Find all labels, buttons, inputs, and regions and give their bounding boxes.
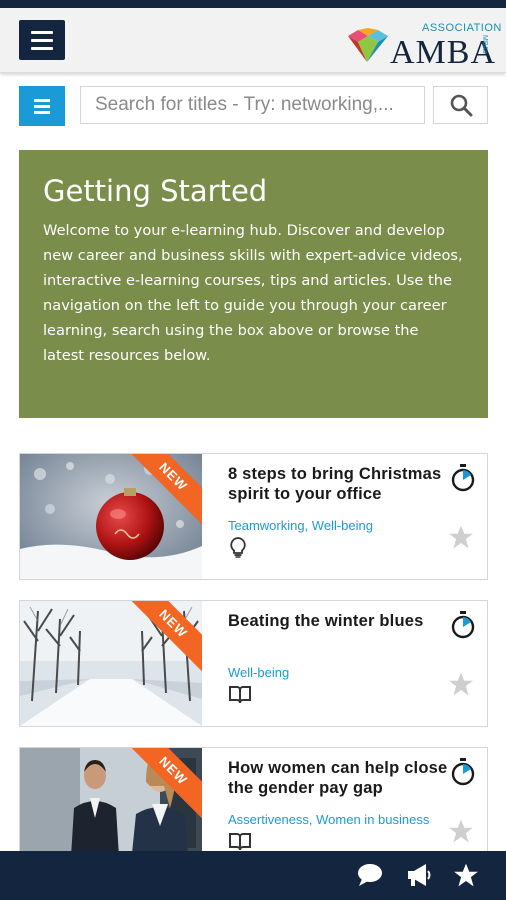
getting-started-body: Welcome to your e-learning hub. Discover…	[43, 222, 463, 364]
search-button[interactable]	[433, 86, 488, 124]
card-thumbnail: NEW	[20, 454, 202, 579]
search-row	[0, 86, 506, 126]
bottom-toolbar	[0, 851, 506, 900]
star-icon[interactable]	[448, 671, 474, 697]
card-tags[interactable]: Well-being	[228, 665, 458, 681]
chat-icon	[358, 864, 382, 886]
logo-mbas-text: MBAs	[481, 35, 488, 54]
search-input[interactable]	[80, 86, 425, 124]
stopwatch-icon[interactable]	[450, 758, 476, 786]
getting-started-panel: Getting Started Welcome to your e-learni…	[19, 150, 488, 418]
hamburger-line	[34, 110, 50, 114]
main-menu-button[interactable]	[19, 20, 65, 60]
logo-association-text: ASSOCIATION	[422, 22, 502, 34]
hamburger-line	[34, 98, 50, 102]
resource-card[interactable]: NEW 8 steps to bring Christmas spirit to…	[19, 453, 488, 580]
book-icon	[229, 686, 251, 704]
book-icon	[229, 833, 251, 851]
filter-menu-button[interactable]	[19, 86, 65, 126]
resource-card[interactable]: NEW Beating the winter blues Well-being	[19, 600, 488, 727]
getting-started-title: Getting Started	[43, 174, 268, 208]
amba-logo[interactable]: ASSOCIATION AMBA MBAs	[344, 22, 501, 70]
megaphone-icon	[408, 864, 431, 886]
status-strip	[0, 0, 506, 8]
hamburger-line	[31, 38, 53, 42]
app-header: ASSOCIATION AMBA MBAs	[0, 8, 506, 73]
star-icon[interactable]	[448, 818, 474, 844]
announcements-button[interactable]	[404, 860, 434, 890]
stopwatch-icon[interactable]	[450, 611, 476, 639]
diamond-logo-icon	[348, 28, 388, 62]
favorites-button[interactable]	[451, 860, 481, 890]
lightbulb-icon	[230, 537, 246, 558]
card-thumbnail: NEW	[20, 601, 202, 726]
chat-button[interactable]	[355, 860, 385, 890]
star-icon[interactable]	[448, 524, 474, 550]
hamburger-line	[34, 104, 50, 108]
card-title[interactable]: Beating the winter blues	[228, 611, 453, 631]
star-icon	[454, 863, 478, 887]
card-title[interactable]: 8 steps to bring Christmas spirit to you…	[228, 464, 453, 504]
card-tags[interactable]: Teamworking, Well-being	[228, 518, 458, 534]
search-icon	[450, 94, 472, 117]
card-title[interactable]: How women can help close the gender pay …	[228, 758, 453, 798]
stopwatch-icon[interactable]	[450, 464, 476, 492]
card-tags[interactable]: Assertiveness, Women in business	[228, 812, 458, 828]
hamburger-line	[31, 30, 53, 34]
hamburger-line	[31, 46, 53, 50]
